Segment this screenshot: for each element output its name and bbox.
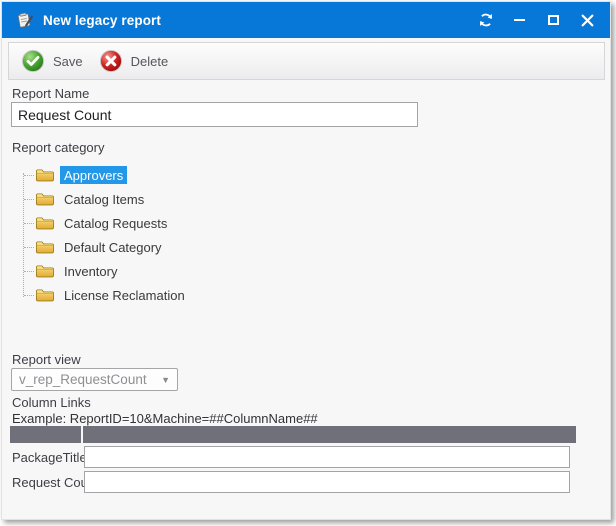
column-links-header-cell <box>10 426 83 443</box>
folder-icon <box>35 239 54 255</box>
folder-icon <box>35 263 54 279</box>
tree-connector <box>24 271 34 272</box>
delete-label: Delete <box>131 54 169 69</box>
tree-item-label: Catalog Requests <box>60 214 171 232</box>
save-label: Save <box>53 54 83 69</box>
delete-button[interactable]: Delete <box>93 46 179 76</box>
report-category-label: Report category <box>12 140 105 155</box>
tree-item-license-reclamation[interactable]: License Reclamation <box>14 283 434 307</box>
save-check-icon <box>21 49 45 73</box>
maximize-button[interactable] <box>541 8 566 32</box>
report-name-input[interactable] <box>11 102 418 127</box>
packagetitle-input[interactable] <box>84 446 570 468</box>
column-links-header <box>10 426 576 443</box>
tree-item-default-category[interactable]: Default Category <box>14 235 434 259</box>
tree-connector <box>24 199 34 200</box>
save-button[interactable]: Save <box>15 46 93 76</box>
close-icon <box>581 14 594 27</box>
tree-connector <box>24 175 34 176</box>
folder-icon <box>35 191 54 207</box>
tree-item-catalog-requests[interactable]: Catalog Requests <box>14 211 434 235</box>
tree-connector <box>24 223 34 224</box>
request-count-input[interactable] <box>84 471 570 493</box>
tree-item-approvers[interactable]: Approvers <box>14 163 434 187</box>
tree-item-label: License Reclamation <box>60 286 189 304</box>
delete-x-icon <box>99 49 123 73</box>
category-tree: Approvers Catalog Items Catalog Requests <box>14 163 434 309</box>
report-view-selected-value: v_rep_RequestCount <box>19 372 147 387</box>
tree-item-inventory[interactable]: Inventory <box>14 259 434 283</box>
report-view-dropdown[interactable]: v_rep_RequestCount ▼ <box>11 368 178 391</box>
close-button[interactable] <box>575 8 600 32</box>
folder-icon <box>35 215 54 231</box>
tree-connector <box>24 295 34 296</box>
tree-item-label: Default Category <box>60 238 166 256</box>
refresh-icon <box>478 12 494 28</box>
titlebar: New legacy report <box>2 2 610 38</box>
column-links-label: Column Links <box>12 395 91 410</box>
tree-item-label: Approvers <box>60 166 127 184</box>
column-links-header-cell <box>83 426 576 443</box>
tree-item-label: Inventory <box>60 262 121 280</box>
packagetitle-row-label: PackageTitle <box>12 450 87 465</box>
minimize-icon <box>514 19 525 21</box>
tree-connector <box>24 247 34 248</box>
report-note-icon <box>16 11 34 29</box>
dialog-window: New legacy report <box>1 1 611 520</box>
refresh-button[interactable] <box>473 8 498 32</box>
report-name-label: Report Name <box>12 86 89 101</box>
column-links-example: Example: ReportID=10&Machine=##ColumnNam… <box>12 411 318 426</box>
tree-item-catalog-items[interactable]: Catalog Items <box>14 187 434 211</box>
window-controls <box>473 8 600 32</box>
window-title: New legacy report <box>43 13 161 28</box>
toolbar: Save Delete <box>8 42 605 80</box>
minimize-button[interactable] <box>507 8 532 32</box>
tree-item-label: Catalog Items <box>60 190 148 208</box>
report-view-label: Report view <box>12 352 81 367</box>
maximize-icon <box>548 15 559 25</box>
folder-icon <box>35 167 54 183</box>
chevron-down-icon: ▼ <box>161 375 170 385</box>
folder-icon <box>35 287 54 303</box>
